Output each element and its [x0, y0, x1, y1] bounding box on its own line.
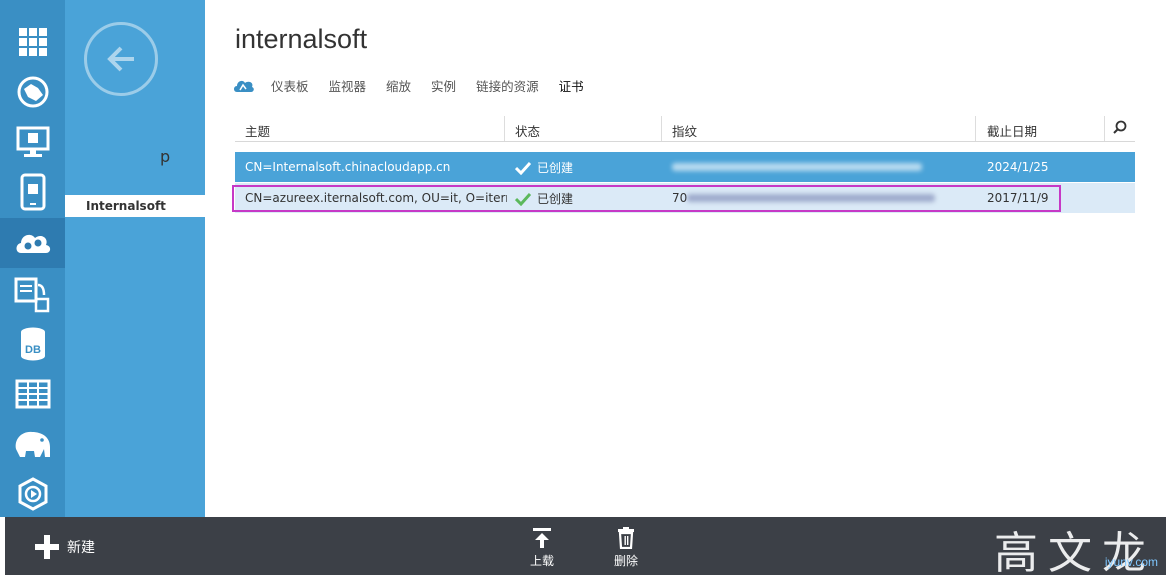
upload-button[interactable]: 上载: [522, 527, 562, 569]
all-items-icon[interactable]: [0, 18, 65, 66]
watermark-text: 高文龙: [994, 528, 1156, 579]
media-services-icon[interactable]: [0, 270, 65, 318]
status-label: 已创建: [537, 161, 574, 175]
search-icon[interactable]: [1113, 120, 1127, 134]
check-icon: [515, 161, 531, 175]
upload-icon: [533, 528, 551, 548]
blurred-thumbprint: [672, 163, 922, 171]
command-bar: 新建 上载 删除 高文龙 iyunv.com: [5, 517, 1166, 579]
sql-database-icon[interactable]: DB: [0, 320, 65, 368]
storage-icon[interactable]: [0, 370, 65, 418]
table-row[interactable]: CN=Internalsoft.chinacloudapp.cn 已创建 202…: [235, 152, 1135, 182]
table-header: 主题 状态 指纹 截止日期: [235, 116, 1135, 142]
selected-service-item[interactable]: Internalsoft: [65, 195, 205, 217]
column-divider[interactable]: [975, 116, 976, 141]
column-header-expiry[interactable]: 截止日期: [987, 121, 1037, 140]
list-item-suffix: p: [160, 147, 171, 166]
media-icon[interactable]: [0, 470, 65, 518]
mobile-services-icon[interactable]: [0, 168, 65, 216]
page-title: internalsoft: [235, 24, 368, 54]
svg-text:DB: DB: [25, 344, 41, 356]
cloud-services-icon[interactable]: [0, 118, 65, 166]
column-divider[interactable]: [504, 116, 505, 141]
cell-expiry: 2024/1/25: [987, 160, 1049, 174]
column-header-status[interactable]: 状态: [515, 121, 540, 140]
tab-linked-resources[interactable]: 链接的资源: [476, 76, 539, 95]
tab-scale[interactable]: 缩放: [386, 76, 411, 95]
tab-monitor[interactable]: 监视器: [329, 76, 367, 95]
cloud-service-icon: [234, 80, 254, 92]
cell-subject: CN=Internalsoft.chinacloudapp.cn: [245, 160, 451, 174]
hdinsight-icon[interactable]: [0, 420, 65, 468]
column-divider[interactable]: [1104, 116, 1105, 141]
tab-instances[interactable]: 实例: [431, 76, 456, 95]
cloud-service-active-icon[interactable]: [0, 218, 65, 268]
new-label: 新建: [67, 540, 95, 556]
arrow-left-icon: [107, 46, 134, 72]
tab-dashboard[interactable]: 仪表板: [271, 76, 309, 95]
tab-certificates[interactable]: 证书: [559, 76, 584, 95]
plus-icon: [35, 535, 59, 559]
cell-status: 已创建: [515, 159, 573, 176]
watermark-site: iyunv.com: [1104, 555, 1158, 569]
new-button[interactable]: 新建: [35, 535, 95, 559]
delete-button[interactable]: 删除: [606, 527, 646, 569]
column-divider[interactable]: [661, 116, 662, 141]
upload-label: 上载: [529, 554, 554, 568]
tab-bar: 仪表板 监视器 缩放 实例 链接的资源 证书: [233, 76, 604, 95]
trash-icon: [618, 527, 634, 549]
highlight-box: [232, 185, 1061, 212]
left-nav-rail: DB: [0, 0, 65, 517]
website-icon[interactable]: [0, 68, 65, 116]
back-button[interactable]: [84, 22, 158, 96]
column-header-subject[interactable]: 主题: [245, 121, 270, 140]
delete-label: 删除: [613, 554, 638, 568]
column-header-thumbprint[interactable]: 指纹: [672, 121, 697, 140]
